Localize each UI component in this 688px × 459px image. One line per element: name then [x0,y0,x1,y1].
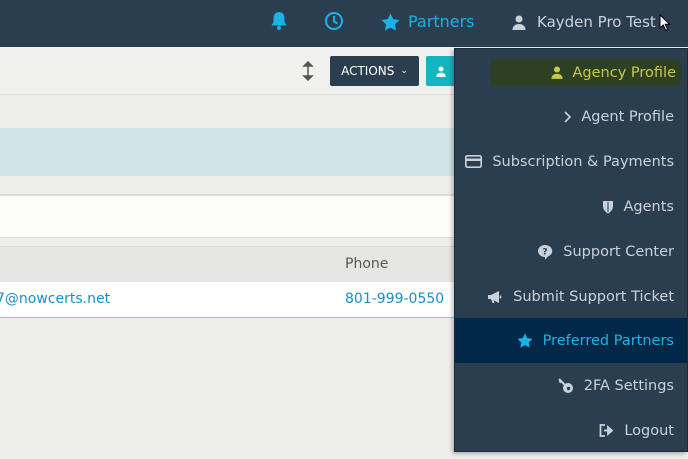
clock-icon[interactable] [324,11,346,33]
menu-item-submit-support-ticket[interactable]: Submit Support Ticket [455,274,687,319]
table-row[interactable]: 7@nowcerts.net 801-999-0550 [0,282,455,318]
partners-label: Partners [408,12,475,31]
user-name: Kayden Pro Test [537,13,656,31]
email-link[interactable]: 7@nowcerts.net [0,291,110,307]
sign-out-icon [599,424,614,437]
key-icon [558,377,573,393]
top-navbar: Partners Kayden Pro Test [0,0,688,47]
menu-item-label: Support Center [563,243,674,260]
bell-icon[interactable] [270,11,292,33]
actions-dropdown-button[interactable]: ACTIONS ⌄ [330,56,419,86]
menu-item-label: Preferred Partners [542,332,674,349]
menu-item-agents[interactable]: Agents [455,184,687,229]
question-bubble-icon: ? [538,244,553,259]
menu-item-label: Submit Support Ticket [513,288,674,305]
megaphone-icon [488,290,502,303]
user-icon [550,66,563,79]
menu-item-support-center[interactable]: ? Support Center [455,229,687,274]
menu-item-label: Agents [623,198,674,215]
menu-item-logout[interactable]: Logout [455,408,687,453]
hover-highlight: Agency Profile [490,59,681,86]
star-icon [381,12,400,31]
content-toolbar: ACTIONS ⌄ [0,47,455,95]
menu-item-label: Agency Profile [572,64,676,81]
menu-item-subscription-payments[interactable]: Subscription & Payments [455,139,687,184]
user-menu-toggle[interactable]: Kayden Pro Test [512,13,656,31]
add-user-button[interactable] [426,56,455,86]
menu-item-preferred-partners[interactable]: Preferred Partners [455,318,687,363]
menu-item-agency-profile[interactable]: Agency Profile [455,50,687,95]
partners-link[interactable]: Partners [381,12,474,31]
star-icon [517,333,533,348]
user-icon [512,15,526,30]
user-dropdown-menu: Agency Profile Agent Profile Subscriptio… [454,48,688,452]
chevron-down-icon: ⌄ [400,66,408,76]
phone-link[interactable]: 801-999-0550 [345,291,444,307]
menu-item-label: Subscription & Payments [492,153,674,170]
table-header: Phone [0,246,455,282]
menu-item-2fa-settings[interactable]: 2FA Settings [455,363,687,408]
info-banner [0,128,455,176]
credit-card-icon [465,155,483,168]
chevron-right-icon [564,110,572,123]
svg-text:?: ? [543,247,548,257]
spacer [0,176,455,194]
menu-item-label: 2FA Settings [583,377,674,394]
menu-item-label: Logout [624,422,674,439]
spacer [0,238,455,246]
shield-icon [602,200,613,213]
sort-vertical-icon[interactable] [302,61,314,81]
menu-item-label: Agent Profile [581,108,674,125]
menu-item-agent-profile[interactable]: Agent Profile [455,94,687,139]
filter-row [0,95,455,128]
actions-label: ACTIONS [341,64,395,78]
search-panel [0,194,455,238]
user-icon [435,66,446,77]
column-header-phone[interactable]: Phone [345,256,388,272]
mouse-cursor-icon [659,14,671,32]
